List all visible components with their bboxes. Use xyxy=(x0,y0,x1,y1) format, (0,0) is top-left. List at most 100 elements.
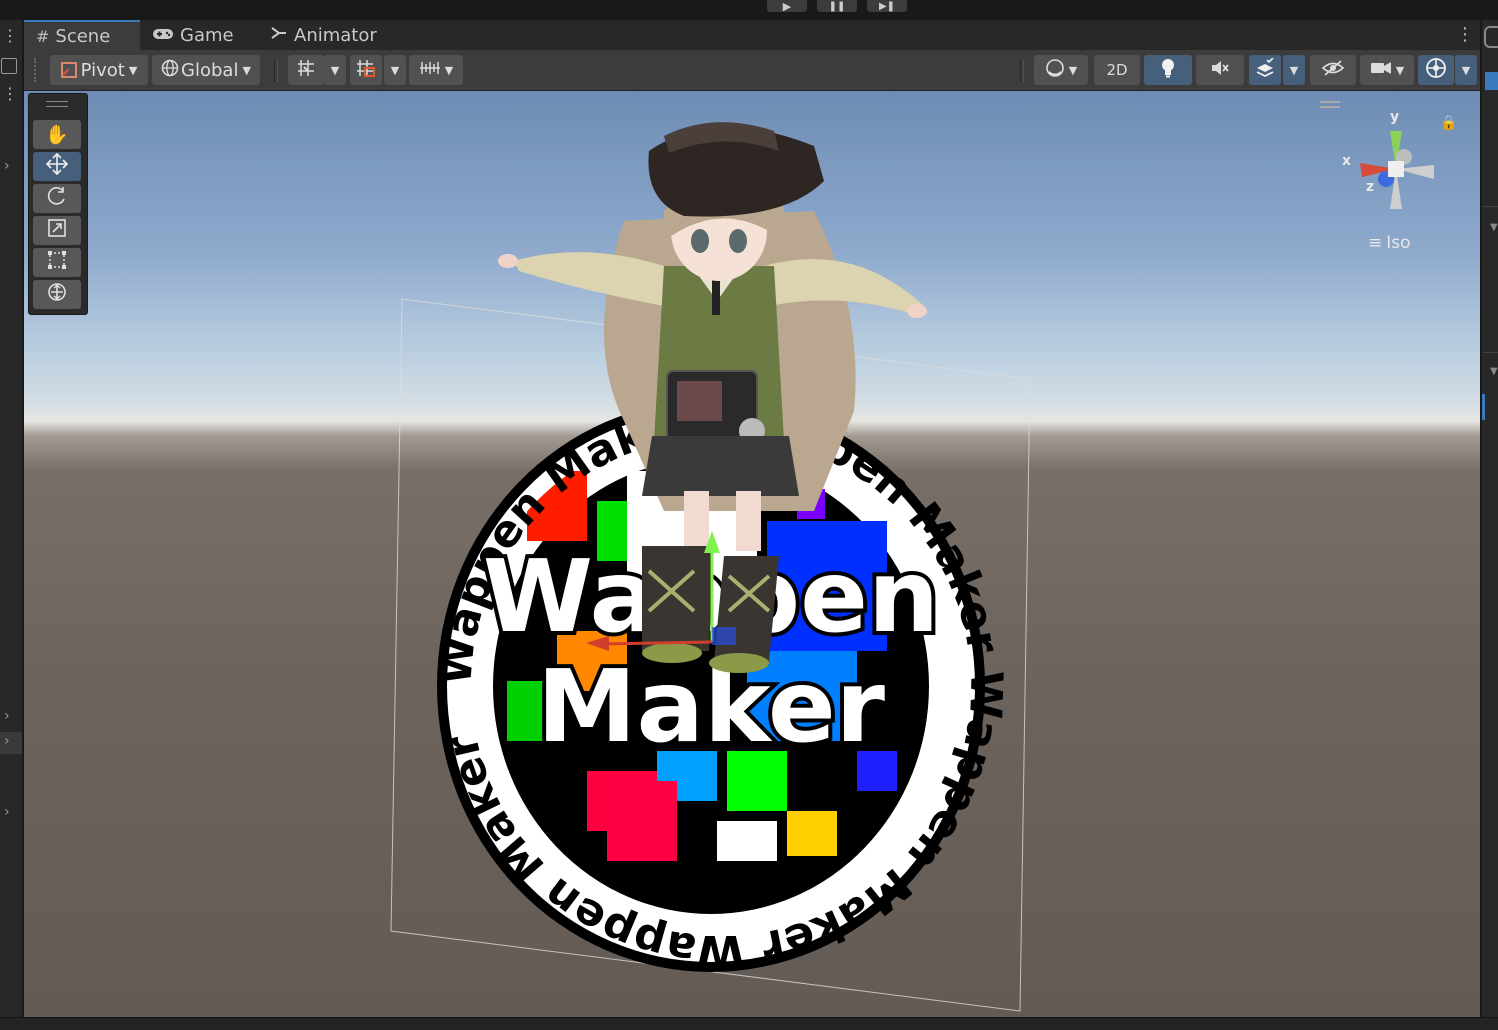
projection-toggle[interactable]: ≡ Iso xyxy=(1368,233,1411,253)
collapse-arrow-icon[interactable]: ▼ xyxy=(1490,222,1498,233)
chevron-down-icon: ▼ xyxy=(128,63,138,77)
gizmos-toggle[interactable] xyxy=(1418,55,1454,85)
chevron-down-icon: ▼ xyxy=(1068,63,1078,77)
gizmo-x-label: x xyxy=(1342,153,1352,169)
gizmo-sphere-icon xyxy=(1425,57,1447,84)
right-panel-selection-bar xyxy=(1482,394,1485,420)
scene-visibility-toggle[interactable] xyxy=(1310,55,1356,85)
bottom-status-strip xyxy=(0,1017,1498,1030)
hand-tool-button[interactable]: ✋ xyxy=(33,120,81,149)
globe-icon xyxy=(161,59,179,82)
tab-animator-label: Animator xyxy=(294,24,377,46)
ruler-snap-dropdown[interactable]: ▼ xyxy=(409,55,463,85)
play-button[interactable]: ▶ xyxy=(767,0,807,13)
chevron-down-icon: ▼ xyxy=(444,63,454,77)
rotate-icon xyxy=(46,185,68,212)
shading-sphere-icon xyxy=(1045,58,1065,83)
expand-chevron-icon[interactable]: › xyxy=(4,804,10,820)
grid-snapping-dropdown[interactable]: ▼ xyxy=(324,55,346,85)
scene-viewport[interactable]: Wappen Maker Wappen Maker Wappen Maker W… xyxy=(24,91,1480,1017)
effects-toggle[interactable] xyxy=(1249,55,1281,85)
camera-icon xyxy=(1370,60,1392,81)
tab-scene-label: Scene xyxy=(55,25,111,47)
pivot-icon xyxy=(60,62,77,78)
increment-snap-button[interactable] xyxy=(350,55,382,85)
mode-2d-label: 2D xyxy=(1106,61,1128,79)
audio-mute-icon xyxy=(1210,59,1230,82)
gizmo-drag-handle[interactable] xyxy=(1320,101,1340,108)
gamepad-icon xyxy=(152,26,174,45)
gizmos-dropdown[interactable]: ▼ xyxy=(1455,55,1477,85)
rotate-tool-button[interactable] xyxy=(33,184,81,213)
tab-game-label: Game xyxy=(180,24,234,46)
expand-chevron-icon[interactable]: › xyxy=(4,158,10,174)
move-arrows-icon xyxy=(45,152,69,180)
lighting-toggle[interactable] xyxy=(1144,55,1192,85)
expand-chevron-icon: › xyxy=(4,733,10,749)
toolbar-separator xyxy=(1020,60,1024,82)
camera-settings-dropdown[interactable]: ▼ xyxy=(1360,55,1414,85)
step-icon: ▶❚ xyxy=(878,0,896,12)
gizmo-z-label: z xyxy=(1366,179,1375,195)
left-panel-menu-icon[interactable]: ⋮ xyxy=(2,26,18,45)
projection-label: Iso xyxy=(1386,233,1411,253)
top-strip xyxy=(0,0,1498,20)
tab-animator[interactable]: Animator xyxy=(270,20,390,50)
grid-hash-icon: # xyxy=(36,26,50,46)
shading-mode-dropdown[interactable]: ▼ xyxy=(1034,55,1088,85)
step-button[interactable]: ▶❚ xyxy=(867,0,907,12)
rect-transform-icon xyxy=(47,250,67,275)
play-icon: ▶ xyxy=(782,0,792,13)
tab-game[interactable]: Game xyxy=(152,20,252,50)
effects-dropdown[interactable]: ▼ xyxy=(1283,55,1305,85)
gizmo-y-label: y xyxy=(1390,109,1400,125)
hand-icon: ✋ xyxy=(45,124,69,146)
chevron-down-icon: ▼ xyxy=(330,63,340,77)
scale-icon xyxy=(47,218,67,243)
expand-chevron-icon[interactable]: › xyxy=(4,708,10,724)
ruler-icon xyxy=(419,60,441,81)
increment-snap-icon xyxy=(355,58,377,83)
eye-hidden-icon xyxy=(1321,59,1345,82)
tab-menu-icon[interactable]: ⋮ xyxy=(1456,24,1474,45)
audio-toggle[interactable] xyxy=(1196,55,1244,85)
increment-snap-dropdown[interactable]: ▼ xyxy=(384,55,406,85)
right-side-panel xyxy=(1482,20,1498,1029)
transform-tool-button[interactable] xyxy=(33,280,81,309)
lightbulb-icon xyxy=(1160,58,1176,83)
transform-icon xyxy=(46,281,68,308)
grid-snap-icon xyxy=(296,58,316,83)
tab-scene[interactable]: # Scene xyxy=(24,20,140,50)
move-tool-button[interactable] xyxy=(33,152,81,181)
left-panel-window-icon[interactable] xyxy=(1,58,17,74)
scale-tool-button[interactable] xyxy=(33,216,81,245)
chevron-down-icon: ▼ xyxy=(1461,63,1471,77)
toolbar-grip-icon[interactable] xyxy=(34,58,42,82)
right-panel-accent xyxy=(1485,72,1498,90)
grid-snapping-button[interactable] xyxy=(288,55,324,85)
right-panel-divider xyxy=(1483,352,1498,353)
right-panel-tab[interactable] xyxy=(1484,26,1498,48)
chevron-down-icon: ▼ xyxy=(242,63,251,77)
left-panel-highlight-row[interactable]: › xyxy=(0,732,22,754)
left-panel-menu-icon-2[interactable]: ⋮ xyxy=(2,84,18,103)
chevron-down-icon: ▼ xyxy=(390,63,400,77)
global-label: Global xyxy=(181,59,239,81)
tools-drag-handle[interactable] xyxy=(46,101,68,107)
pause-icon: ❚❚ xyxy=(828,0,846,12)
menu-lines-icon: ≡ xyxy=(1368,233,1383,253)
right-panel-divider xyxy=(1483,206,1498,207)
chevron-down-icon: ▼ xyxy=(1289,63,1299,77)
orientation-gizmo[interactable] xyxy=(1338,111,1448,221)
toolbar-separator xyxy=(274,60,278,82)
pivot-label: Pivot xyxy=(80,59,125,81)
global-dropdown[interactable]: Global ▼ xyxy=(152,55,260,85)
pivot-dropdown[interactable]: Pivot ▼ xyxy=(50,55,148,85)
layers-effects-icon xyxy=(1255,56,1275,83)
collapse-arrow-icon[interactable]: ▼ xyxy=(1490,366,1498,377)
pause-button[interactable]: ❚❚ xyxy=(817,0,857,12)
mode-2d-toggle[interactable]: 2D xyxy=(1094,55,1140,85)
chevron-down-icon: ▼ xyxy=(1395,63,1405,77)
animator-icon xyxy=(270,25,288,45)
rect-tool-button[interactable] xyxy=(33,248,81,277)
